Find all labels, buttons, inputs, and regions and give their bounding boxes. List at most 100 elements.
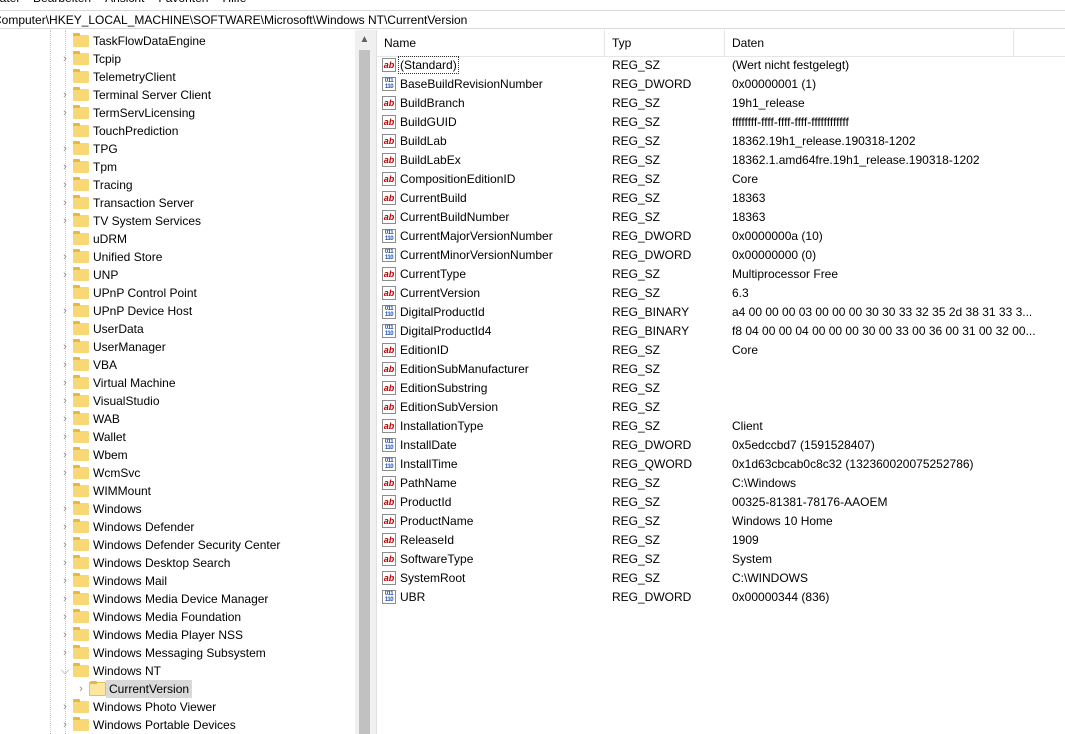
scroll-up-icon[interactable]: ▲ [356, 33, 373, 47]
chevron-right-icon[interactable]: › [59, 86, 71, 104]
tree-item[interactable]: › Windows Photo Viewer [0, 698, 355, 716]
chevron-right-icon[interactable]: › [59, 464, 71, 482]
chevron-right-icon[interactable]: › [59, 212, 71, 230]
table-row[interactable]: ab InstallationType REG_SZ Client [377, 417, 1065, 436]
tree-item[interactable]: TaskFlowDataEngine [0, 32, 355, 50]
tree-item[interactable]: › Windows [0, 500, 355, 518]
tree-item[interactable]: › Windows Defender [0, 518, 355, 536]
table-row[interactable]: ab ProductName REG_SZ Windows 10 Home [377, 512, 1065, 531]
tree-item[interactable]: › CurrentVersion [0, 680, 355, 698]
column-header-type[interactable]: Typ [605, 30, 725, 56]
chevron-right-icon[interactable]: › [59, 50, 71, 68]
table-row[interactable]: ab SoftwareType REG_SZ System [377, 550, 1065, 569]
chevron-right-icon[interactable]: › [59, 176, 71, 194]
chevron-right-icon[interactable]: › [59, 428, 71, 446]
tree-item[interactable]: › Unified Store [0, 248, 355, 266]
chevron-right-icon[interactable]: › [59, 302, 71, 320]
table-row[interactable]: 011 110 DigitalProductId REG_BINARY a4 00 0… [377, 303, 1065, 322]
chevron-right-icon[interactable]: › [59, 266, 71, 284]
tree-item[interactable]: › Wallet [0, 428, 355, 446]
tree-item[interactable]: TelemetryClient [0, 68, 355, 86]
tree-item[interactable]: UPnP Control Point [0, 284, 355, 302]
menu-item[interactable]: Datei [0, 0, 19, 5]
tree-item[interactable]: › TPG [0, 140, 355, 158]
table-row[interactable]: 011 110 UBR REG_DWORD 0x00000344 (836) [377, 588, 1065, 607]
tree-item[interactable]: › Tcpip [0, 50, 355, 68]
table-row[interactable]: 011 110 CurrentMinorVersionNumber REG_DWOR… [377, 246, 1065, 265]
menu-item[interactable]: Favoriten [158, 0, 208, 5]
chevron-right-icon[interactable]: › [59, 194, 71, 212]
table-row[interactable]: ab EditionSubVersion REG_SZ [377, 398, 1065, 417]
chevron-right-icon[interactable]: › [75, 680, 87, 698]
scrollbar-thumb[interactable] [359, 50, 370, 734]
tree-item[interactable]: › TV System Services [0, 212, 355, 230]
chevron-right-icon[interactable]: › [59, 626, 71, 644]
tree-item[interactable]: › WcmSvc [0, 464, 355, 482]
tree-item[interactable]: › Windows Mail [0, 572, 355, 590]
table-row[interactable]: ab CurrentType REG_SZ Multiprocessor Free [377, 265, 1065, 284]
table-row[interactable]: ab CurrentBuildNumber REG_SZ 18363 [377, 208, 1065, 227]
tree-item[interactable]: › Windows Media Player NSS [0, 626, 355, 644]
chevron-right-icon[interactable]: › [59, 536, 71, 554]
tree-item[interactable]: › Virtual Machine [0, 374, 355, 392]
table-row[interactable]: ab BuildLab REG_SZ 18362.19h1_release.19031… [377, 132, 1065, 151]
tree-item[interactable]: ⌵ Windows NT [0, 662, 355, 680]
tree-item[interactable]: › Terminal Server Client [0, 86, 355, 104]
chevron-right-icon[interactable]: › [59, 140, 71, 158]
chevron-right-icon[interactable]: › [59, 446, 71, 464]
table-row[interactable]: 011 110 InstallTime REG_QWORD 0x1d63cbcab0c… [377, 455, 1065, 474]
chevron-right-icon[interactable]: › [59, 392, 71, 410]
chevron-right-icon[interactable]: › [59, 500, 71, 518]
table-row[interactable]: ab CurrentBuild REG_SZ 18363 [377, 189, 1065, 208]
chevron-right-icon[interactable]: › [59, 554, 71, 572]
chevron-right-icon[interactable]: › [59, 248, 71, 266]
tree-item[interactable]: › UNP [0, 266, 355, 284]
tree-item[interactable]: › Transaction Server [0, 194, 355, 212]
tree-item[interactable]: › Wbem [0, 446, 355, 464]
table-row[interactable]: ab BuildGUID REG_SZ ffffffff-ffff-ffff-ffff… [377, 113, 1065, 132]
menu-item[interactable]: Bearbeiten [33, 0, 91, 5]
menu-item[interactable]: Ansicht [105, 0, 144, 5]
chevron-right-icon[interactable]: › [59, 698, 71, 716]
column-header-data[interactable]: Daten [725, 30, 1014, 56]
address-path[interactable]: Computer\HKEY_LOCAL_MACHINE\SOFTWARE\Mic… [0, 13, 467, 27]
table-row[interactable]: ab BuildLabEx REG_SZ 18362.1.amd64fre.19h1_… [377, 151, 1065, 170]
table-row[interactable]: 011 110 BaseBuildRevisionNumber REG_DWORD 0… [377, 75, 1065, 94]
chevron-right-icon[interactable]: › [59, 644, 71, 662]
tree-item[interactable]: UserData [0, 320, 355, 338]
table-row[interactable]: ab ProductId REG_SZ 00325-81381-78176-AAOEM [377, 493, 1065, 512]
chevron-right-icon[interactable]: › [59, 518, 71, 536]
chevron-right-icon[interactable]: › [59, 374, 71, 392]
chevron-right-icon[interactable]: › [59, 104, 71, 122]
tree-item[interactable]: › UserManager [0, 338, 355, 356]
table-row[interactable]: ab SystemRoot REG_SZ C:\WINDOWS [377, 569, 1065, 588]
chevron-right-icon[interactable]: › [59, 410, 71, 428]
chevron-right-icon[interactable]: › [59, 158, 71, 176]
table-row[interactable]: ab ReleaseId REG_SZ 1909 [377, 531, 1065, 550]
chevron-right-icon[interactable]: › [59, 338, 71, 356]
tree-item[interactable]: › Windows Defender Security Center [0, 536, 355, 554]
table-row[interactable]: ab PathName REG_SZ C:\Windows [377, 474, 1065, 493]
chevron-right-icon[interactable]: › [59, 356, 71, 374]
tree-item[interactable]: › Windows Media Foundation [0, 608, 355, 626]
table-row[interactable]: ab EditionID REG_SZ Core [377, 341, 1065, 360]
tree-item[interactable]: › Windows Portable Devices [0, 716, 355, 734]
tree-item[interactable]: WIMMount [0, 482, 355, 500]
tree-item[interactable]: › Windows Media Device Manager [0, 590, 355, 608]
chevron-down-icon[interactable]: ⌵ [59, 662, 71, 680]
column-header-name[interactable]: Name [377, 30, 605, 56]
tree-item[interactable]: › WAB [0, 410, 355, 428]
menu-item[interactable]: Hilfe [222, 0, 246, 5]
table-row[interactable]: ab BuildBranch REG_SZ 19h1_release [377, 94, 1065, 113]
tree-item[interactable]: › Windows Messaging Subsystem [0, 644, 355, 662]
table-row[interactable]: 011 110 CurrentMajorVersionNumber REG_DWOR… [377, 227, 1065, 246]
tree-item[interactable]: › UPnP Device Host [0, 302, 355, 320]
tree-item[interactable]: › Tracing [0, 176, 355, 194]
tree-item[interactable]: uDRM [0, 230, 355, 248]
table-row[interactable]: ab EditionSubManufacturer REG_SZ [377, 360, 1065, 379]
table-row[interactable]: ab CurrentVersion REG_SZ 6.3 [377, 284, 1065, 303]
tree-item[interactable]: TouchPrediction [0, 122, 355, 140]
chevron-right-icon[interactable]: › [59, 572, 71, 590]
chevron-right-icon[interactable]: › [59, 716, 71, 734]
table-row[interactable]: ab (Standard) REG_SZ (Wert nicht festgelegt… [377, 56, 1065, 75]
